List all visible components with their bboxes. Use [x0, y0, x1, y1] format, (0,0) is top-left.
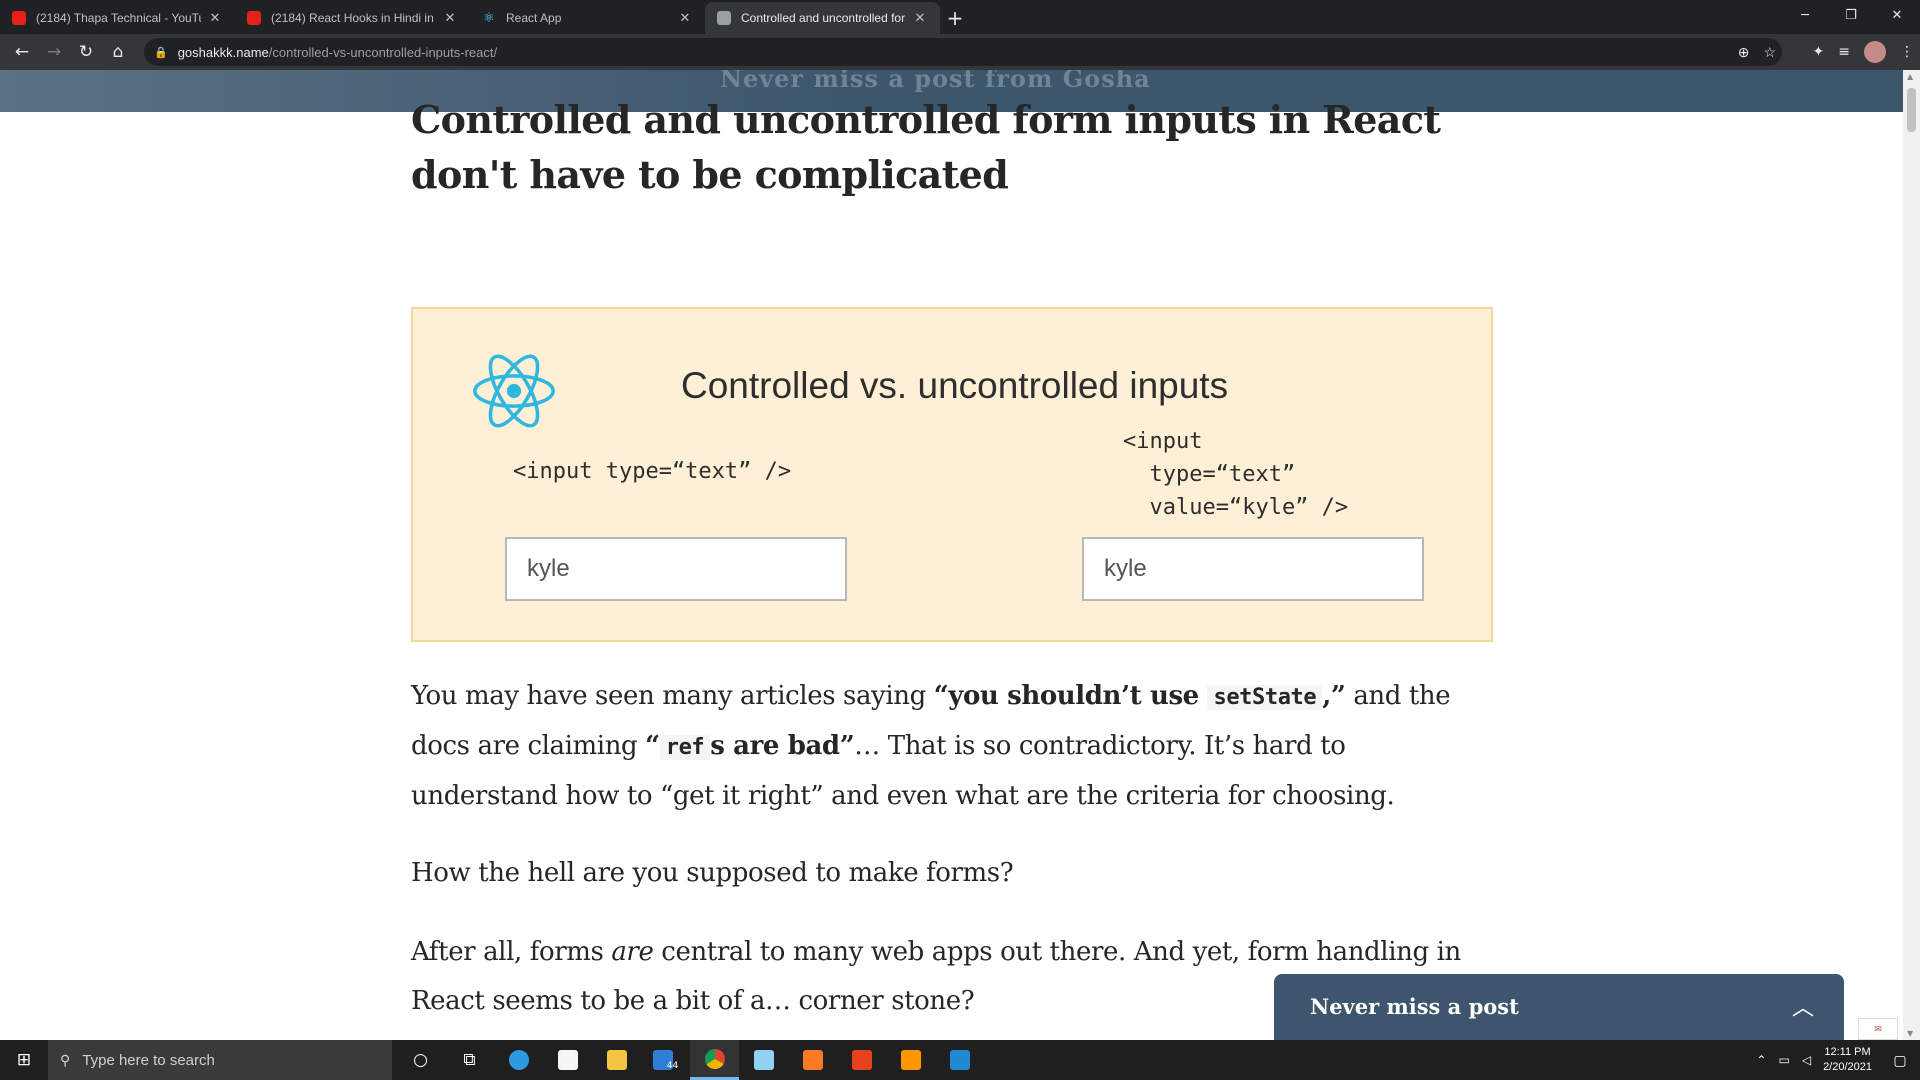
network-icon[interactable]: ▭	[1778, 1053, 1789, 1067]
close-icon[interactable]: ✕	[912, 10, 928, 26]
office-icon[interactable]	[837, 1040, 886, 1080]
close-icon[interactable]: ✕	[207, 10, 223, 26]
search-placeholder: Type here to search	[82, 1051, 215, 1069]
close-window-icon[interactable]: ✕	[1874, 0, 1920, 30]
bold-text: “you shouldn’t use setState,”	[934, 681, 1346, 711]
paragraph-2: How the hell are you supposed to make fo…	[411, 858, 1014, 888]
scrollbar-thumb[interactable]	[1907, 88, 1916, 132]
chevron-up-icon[interactable]: ︿	[1792, 990, 1814, 1022]
tab-title: React App	[506, 11, 562, 25]
browser-tab-strip: (2184) Thapa Technical - YouTub ✕ (2184)…	[0, 0, 1920, 34]
mail-badge: 44	[666, 1061, 679, 1071]
clock-date: 2/20/2021	[1823, 1061, 1872, 1073]
restore-icon[interactable]: ❐	[1828, 0, 1874, 30]
xampp-icon[interactable]	[788, 1040, 837, 1080]
text: ,”	[1322, 681, 1346, 711]
article: Controlled and uncontrolled form inputs …	[411, 92, 1493, 202]
close-icon[interactable]: ✕	[442, 10, 458, 26]
profile-avatar[interactable]	[1864, 41, 1886, 63]
browser-toolbar: ← → ↻ ⌂ 🔒 goshakkk.name/controlled-vs-un…	[0, 34, 1920, 70]
reload-icon[interactable]: ↻	[70, 36, 102, 68]
file-explorer-icon[interactable]	[592, 1040, 641, 1080]
youtube-icon	[247, 11, 261, 25]
system-tray: ⌃ ▭ ◁ 12:11 PM 2/20/2021 ▢	[1756, 1040, 1920, 1080]
lock-icon: 🔒	[154, 46, 168, 59]
demo-input-value: kyle	[1104, 555, 1147, 582]
menu-icon[interactable]: ⋮	[1900, 44, 1914, 60]
edge-icon[interactable]	[494, 1040, 543, 1080]
bold-text: “ref s are bad”	[645, 731, 855, 761]
tab-title: (2184) Thapa Technical - YouTub	[36, 11, 201, 25]
text: After all, forms	[411, 937, 612, 967]
react-logo-icon	[473, 354, 555, 428]
paragraph-1: You may have seen many articles saying “…	[411, 672, 1496, 821]
url-path: /controlled-vs-uncontrolled-inputs-react…	[268, 44, 498, 60]
store-icon[interactable]	[543, 1040, 592, 1080]
hero-illustration: Controlled vs. uncontrolled inputs <inpu…	[411, 307, 1493, 642]
italic-text: are	[611, 937, 654, 967]
bookmark-star-icon[interactable]: ☆	[1763, 44, 1776, 61]
react-icon: ⚛	[483, 10, 495, 25]
back-icon[interactable]: ←	[6, 36, 38, 68]
taskbar-apps: ○ ⧉ 44	[396, 1040, 984, 1080]
chrome-icon[interactable]	[690, 1040, 739, 1080]
media-icon[interactable]: ≡	[1838, 44, 1850, 60]
text: You may have seen many articles saying	[411, 681, 934, 711]
home-icon[interactable]: ⌂	[102, 36, 134, 68]
hero-title: Controlled vs. uncontrolled inputs	[681, 365, 1229, 406]
popup-title: Never miss a post	[1310, 994, 1519, 1019]
inline-code: ref	[659, 735, 711, 760]
page-title: Controlled and uncontrolled form inputs …	[411, 97, 1441, 197]
chevron-up-icon[interactable]: ⌃	[1756, 1053, 1766, 1067]
youtube-icon	[12, 11, 26, 25]
address-bar[interactable]: 🔒 goshakkk.name/controlled-vs-uncontroll…	[144, 38, 1782, 66]
header-faded-text: Never miss a post from Gosha	[720, 70, 1151, 93]
search-icon: ⚲	[60, 1051, 71, 1068]
browser-tab-active[interactable]: Controlled and uncontrolled form ✕	[705, 2, 940, 34]
scrollbar[interactable]: ▲ ▼	[1903, 70, 1920, 1040]
scroll-up-icon[interactable]: ▲	[1907, 72, 1913, 81]
demo-input-value: kyle	[527, 555, 570, 582]
extensions-icon[interactable]: ✦	[1813, 44, 1825, 60]
browser-tab[interactable]: (2184) Thapa Technical - YouTub ✕	[0, 2, 235, 34]
scroll-down-icon[interactable]: ▼	[1907, 1029, 1913, 1038]
sublime-icon[interactable]	[886, 1040, 935, 1080]
text: “you shouldn’t use	[933, 681, 1208, 711]
vscode-icon[interactable]	[935, 1040, 984, 1080]
url-host: goshakkk.name	[177, 44, 269, 60]
text: “	[645, 731, 660, 761]
code-controlled: <input type=“text” value=“kyle” />	[1123, 429, 1349, 520]
notification-icon[interactable]: ▢	[1886, 1046, 1914, 1074]
clock[interactable]: 12:11 PM 2/20/2021	[1823, 1045, 1872, 1075]
text: s are bad”	[710, 731, 855, 761]
close-icon[interactable]: ✕	[677, 10, 693, 26]
browser-tab[interactable]: (2184) React Hooks in Hindi in 2 ✕	[235, 2, 470, 34]
volume-icon[interactable]: ◁	[1802, 1053, 1811, 1067]
chat-widget-icon[interactable]: ✉	[1858, 1018, 1898, 1040]
tab-title: Controlled and uncontrolled form	[741, 11, 906, 25]
taskbar-search[interactable]: ⚲ Type here to search	[48, 1040, 392, 1080]
taskbar: ⊞ ⚲ Type here to search ○ ⧉ 44 ⌃ ▭ ◁ 12:…	[0, 1040, 1920, 1080]
new-tab-button[interactable]: +	[940, 2, 970, 34]
tab-title: (2184) React Hooks in Hindi in 2	[271, 11, 436, 25]
subscribe-popup[interactable]: Never miss a post ︿	[1274, 974, 1844, 1040]
cortana-icon[interactable]: ○	[396, 1040, 445, 1080]
page-icon	[717, 11, 731, 25]
zoom-icon[interactable]: ⊕	[1738, 44, 1750, 61]
browser-tab[interactable]: ⚛ React App ✕	[470, 2, 705, 34]
notepad-icon[interactable]	[739, 1040, 788, 1080]
demo-input-uncontrolled: kyle	[505, 537, 847, 601]
demo-input-controlled: kyle	[1082, 537, 1424, 601]
clock-time: 12:11 PM	[1824, 1046, 1871, 1058]
windows-start-icon[interactable]: ⊞	[0, 1040, 48, 1080]
inline-code: setState	[1207, 685, 1323, 710]
minimize-icon[interactable]: ─	[1782, 0, 1828, 30]
task-view-icon[interactable]: ⧉	[445, 1040, 494, 1080]
mail-icon[interactable]: 44	[641, 1040, 690, 1080]
code-uncontrolled: <input type=“text” />	[513, 459, 792, 484]
window-controls: ─ ❐ ✕	[1782, 0, 1920, 30]
forward-icon[interactable]: →	[38, 36, 70, 68]
